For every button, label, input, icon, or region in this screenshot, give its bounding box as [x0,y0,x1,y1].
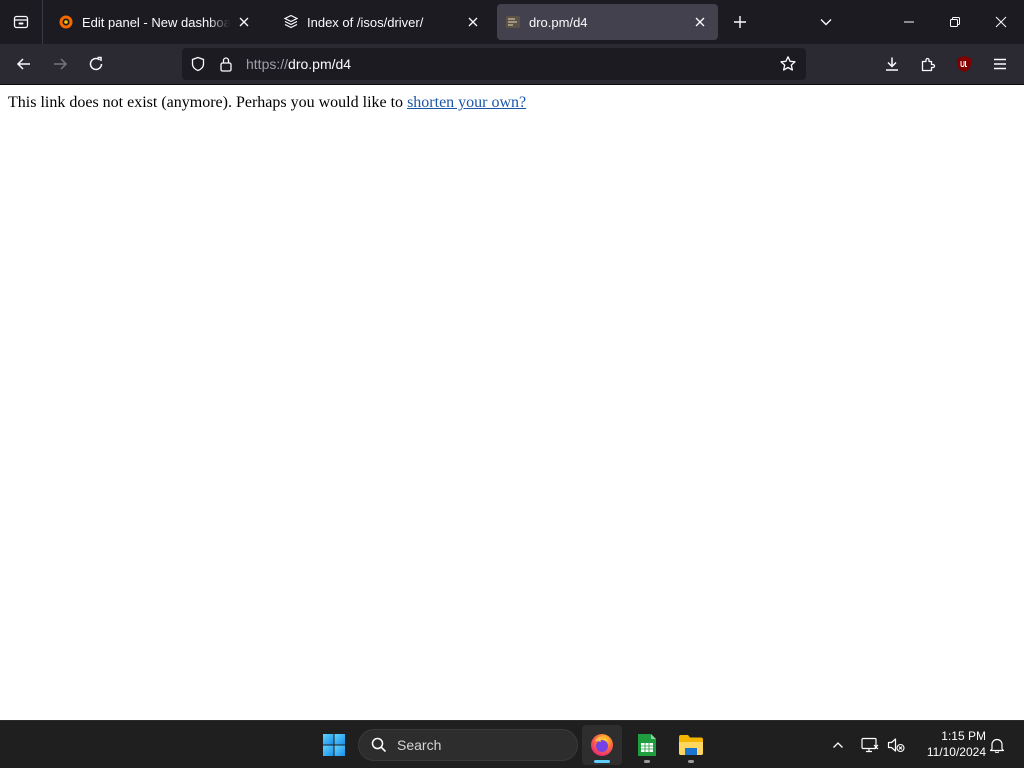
arrow-left-icon [16,58,30,70]
url-text[interactable]: https://dro.pm/d4 [246,56,351,72]
tab-title: Index of /isos/driver/ [307,14,424,30]
close-tab-icon[interactable] [690,12,710,32]
taskbar-clock[interactable]: 1:15 PM 11/10/2024 [914,728,986,760]
url-scheme: https:// [246,56,289,72]
network-monitor-icon [861,737,879,753]
notifications-button[interactable] [986,721,1008,768]
search-label: Search [397,737,442,753]
arrow-right-icon [54,58,68,70]
navigation-toolbar: https://dro.pm/d4 [0,44,1024,85]
close-icon [995,16,1007,28]
message-text: This link does not exist (anymore). Perh… [8,94,408,111]
show-hidden-icons-button[interactable] [826,721,850,768]
minimize-button[interactable] [886,0,932,44]
forward-button[interactable] [44,48,76,80]
windows-start-icon [323,734,345,756]
close-tab-icon[interactable] [463,12,483,32]
active-indicator [594,760,610,763]
tracking-protection-shield-icon[interactable] [184,48,212,80]
firefox-view-button[interactable] [0,0,42,44]
ublock-origin-icon [957,56,971,72]
file-explorer-icon [679,735,703,755]
firefox-icon [591,734,613,756]
start-button[interactable] [314,725,354,765]
tab-title: dro.pm/d4 [529,14,588,30]
address-bar[interactable]: https://dro.pm/d4 [182,48,806,80]
network-status-button[interactable] [858,721,882,768]
menu-button[interactable] [984,48,1016,80]
downloads-button[interactable] [876,48,908,80]
reload-button[interactable] [80,48,112,80]
chevron-up-icon [833,742,843,748]
running-indicator [644,760,650,763]
restore-button[interactable] [932,0,978,44]
bookmark-star-icon[interactable] [774,48,802,80]
list-all-tabs-button[interactable] [812,0,840,44]
minimize-icon [904,21,914,23]
speaker-muted-icon [887,738,905,753]
tab-title: Edit panel - New dashboard - D [82,14,230,30]
shorten-link[interactable]: shorten your own? [407,94,526,111]
extensions-button[interactable] [912,48,944,80]
taskbar-app-calc[interactable] [627,725,667,765]
back-button[interactable] [8,48,40,80]
reload-icon [89,56,103,71]
lock-icon[interactable] [212,48,240,80]
grafana-icon [58,14,74,30]
bell-icon [989,738,1005,753]
tab-grafana[interactable]: Edit panel - New dashboard - D [50,4,262,40]
ublock-origin-button[interactable] [948,48,980,80]
close-tab-icon[interactable] [234,12,254,32]
hamburger-menu-icon [994,58,1006,70]
restore-icon [950,17,960,27]
tab-dro-pm[interactable]: dro.pm/d4 [497,4,718,40]
url-host-path: dro.pm/d4 [288,56,352,72]
taskbar-app-explorer[interactable] [671,725,711,765]
folder-stack-icon [283,14,299,30]
tab-separator [42,0,43,44]
download-icon [886,57,898,71]
windows-taskbar: Search 1:15 PM 11/10/2024 [0,720,1024,768]
site-icon [505,14,521,30]
plus-icon [734,16,746,28]
page-content: This link does not exist (anymore). Perh… [0,85,1024,720]
firefox-view-icon [13,15,29,29]
taskbar-app-firefox[interactable] [582,725,622,765]
running-indicator [688,760,694,763]
puzzle-icon [921,57,936,72]
clock-time: 1:15 PM [941,729,986,743]
volume-button[interactable] [884,721,908,768]
search-icon [371,737,387,753]
libreoffice-calc-icon [638,734,656,756]
not-found-message: This link does not exist (anymore). Perh… [8,94,526,112]
close-window-button[interactable] [978,0,1024,44]
new-tab-button[interactable] [726,0,754,44]
taskbar-search-box[interactable]: Search [358,729,578,761]
chevron-down-icon [820,19,832,26]
tab-index-isos[interactable]: Index of /isos/driver/ [275,4,491,40]
tab-bar: Edit panel - New dashboard - D Index of … [0,0,1024,44]
clock-date: 11/10/2024 [926,745,986,759]
